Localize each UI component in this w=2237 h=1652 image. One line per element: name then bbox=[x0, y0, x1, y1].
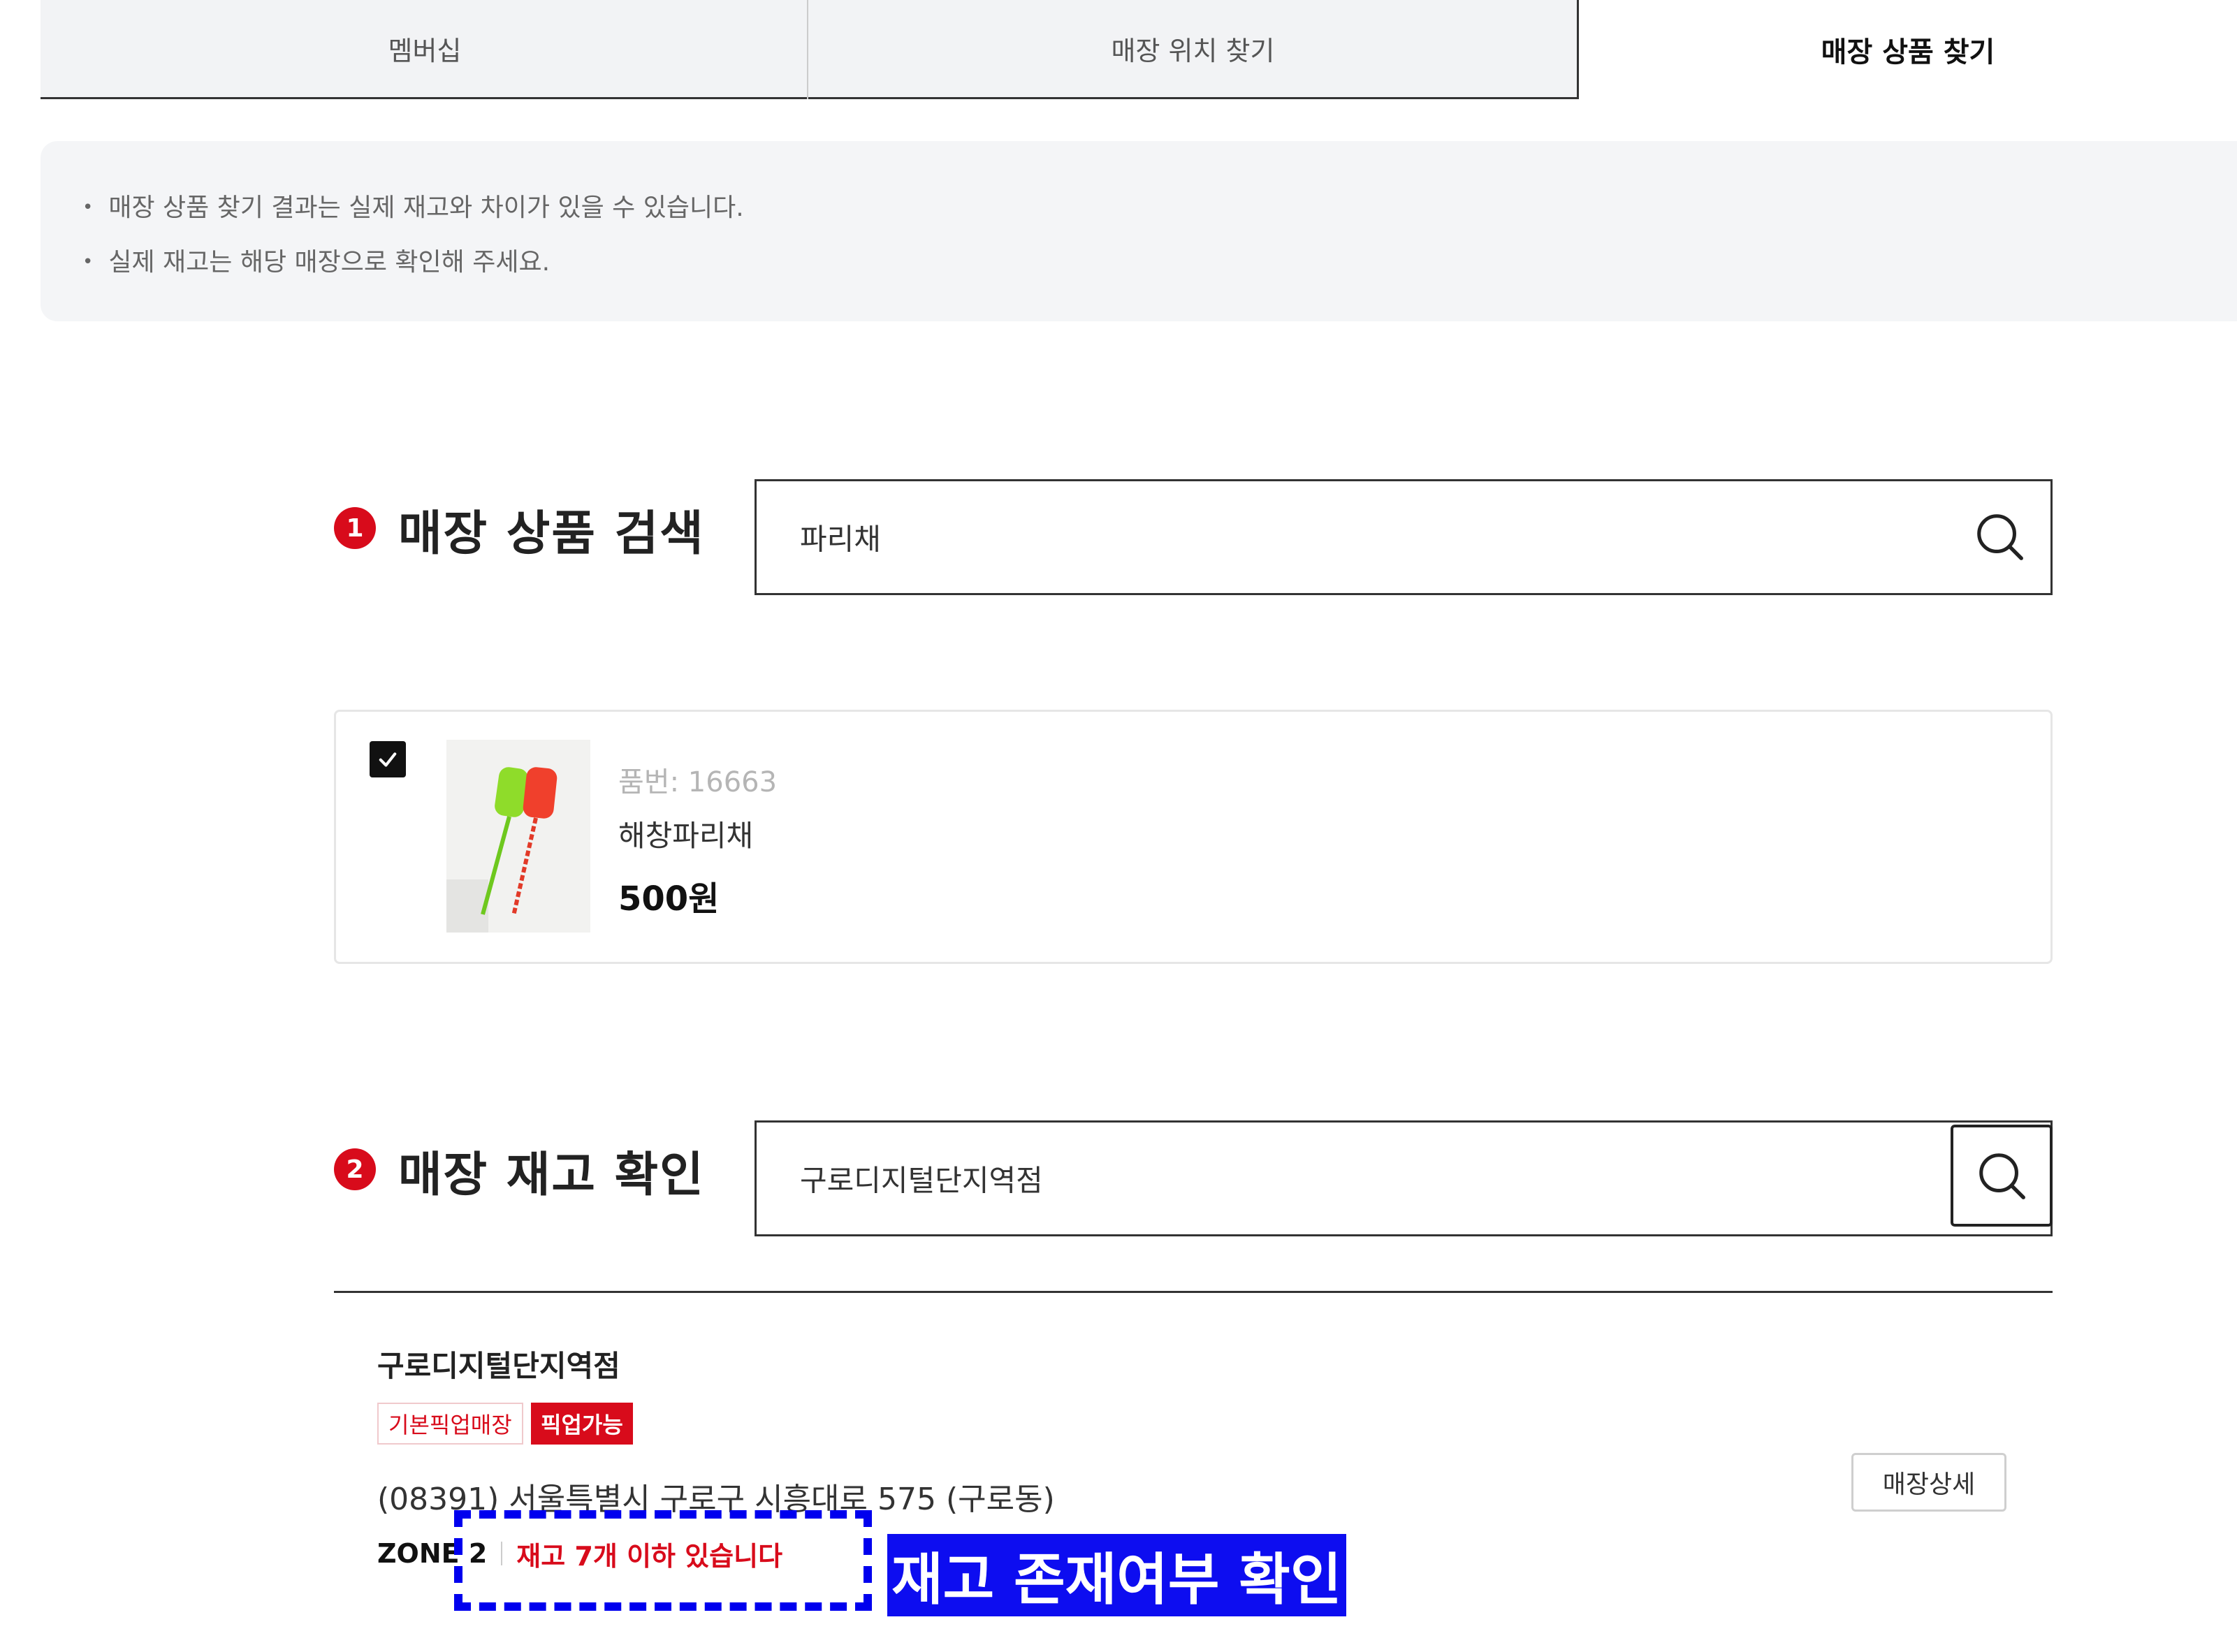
product-card[interactable]: 품번: 16663 해창파리채 500원 bbox=[334, 710, 2053, 964]
fly-swatter-image bbox=[446, 740, 590, 933]
tab-membership[interactable]: 멤버십 bbox=[41, 0, 809, 99]
product-checkbox[interactable] bbox=[370, 741, 406, 777]
tab-store-product[interactable]: 매장 상품 찾기 bbox=[1579, 0, 2237, 99]
annotation-label: 재고 존재여부 확인 bbox=[887, 1534, 1346, 1616]
tab-store-product-label: 매장 상품 찾기 bbox=[1821, 36, 1995, 68]
result-divider bbox=[334, 1291, 2053, 1293]
badge-pickup-available: 픽업가능 bbox=[531, 1403, 633, 1445]
section-number-badge: 2 bbox=[334, 1148, 376, 1190]
product-search-button[interactable] bbox=[1948, 485, 2050, 587]
product-search-input[interactable]: 파리채 bbox=[755, 479, 2053, 595]
section-title-product-search: 매장 상품 검색 bbox=[398, 506, 705, 562]
badge-default-pickup-store: 기본픽업매장 bbox=[377, 1403, 523, 1445]
store-name: 구로디지털단지역점 bbox=[377, 1349, 620, 1383]
product-search-value: 파리채 bbox=[800, 522, 881, 557]
product-thumbnail bbox=[446, 740, 590, 933]
tab-store-location[interactable]: 매장 위치 찾기 bbox=[809, 0, 1579, 99]
notice-box: 매장 상품 찾기 결과는 실제 재고와 차이가 있을 수 있습니다. 실제 재고… bbox=[41, 141, 2237, 321]
store-search-button[interactable] bbox=[1951, 1125, 2053, 1227]
product-name: 해창파리채 bbox=[618, 819, 754, 853]
annotation-highlight-box bbox=[454, 1510, 872, 1611]
tab-membership-label: 멤버십 bbox=[388, 36, 462, 66]
tab-store-location-label: 매장 위치 찾기 bbox=[1111, 36, 1275, 66]
check-icon bbox=[379, 752, 397, 767]
store-search-value: 구로디지털단지역점 bbox=[800, 1163, 1043, 1198]
search-icon bbox=[1979, 1153, 2025, 1199]
store-detail-button[interactable]: 매장상세 bbox=[1851, 1453, 2006, 1512]
product-price: 500원 bbox=[618, 879, 720, 919]
section-number-badge: 1 bbox=[334, 507, 376, 549]
notice-line: 실제 재고는 해당 매장으로 확인해 주세요. bbox=[82, 242, 550, 278]
tab-divider bbox=[807, 0, 808, 99]
store-search-input[interactable]: 구로디지털단지역점 bbox=[755, 1120, 2053, 1236]
notice-line: 매장 상품 찾기 결과는 실제 재고와 차이가 있을 수 있습니다. bbox=[82, 187, 743, 224]
search-icon bbox=[1977, 514, 2023, 560]
product-code: 품번: 16663 bbox=[618, 766, 778, 798]
section-title-stock-check: 매장 재고 확인 bbox=[398, 1148, 705, 1203]
